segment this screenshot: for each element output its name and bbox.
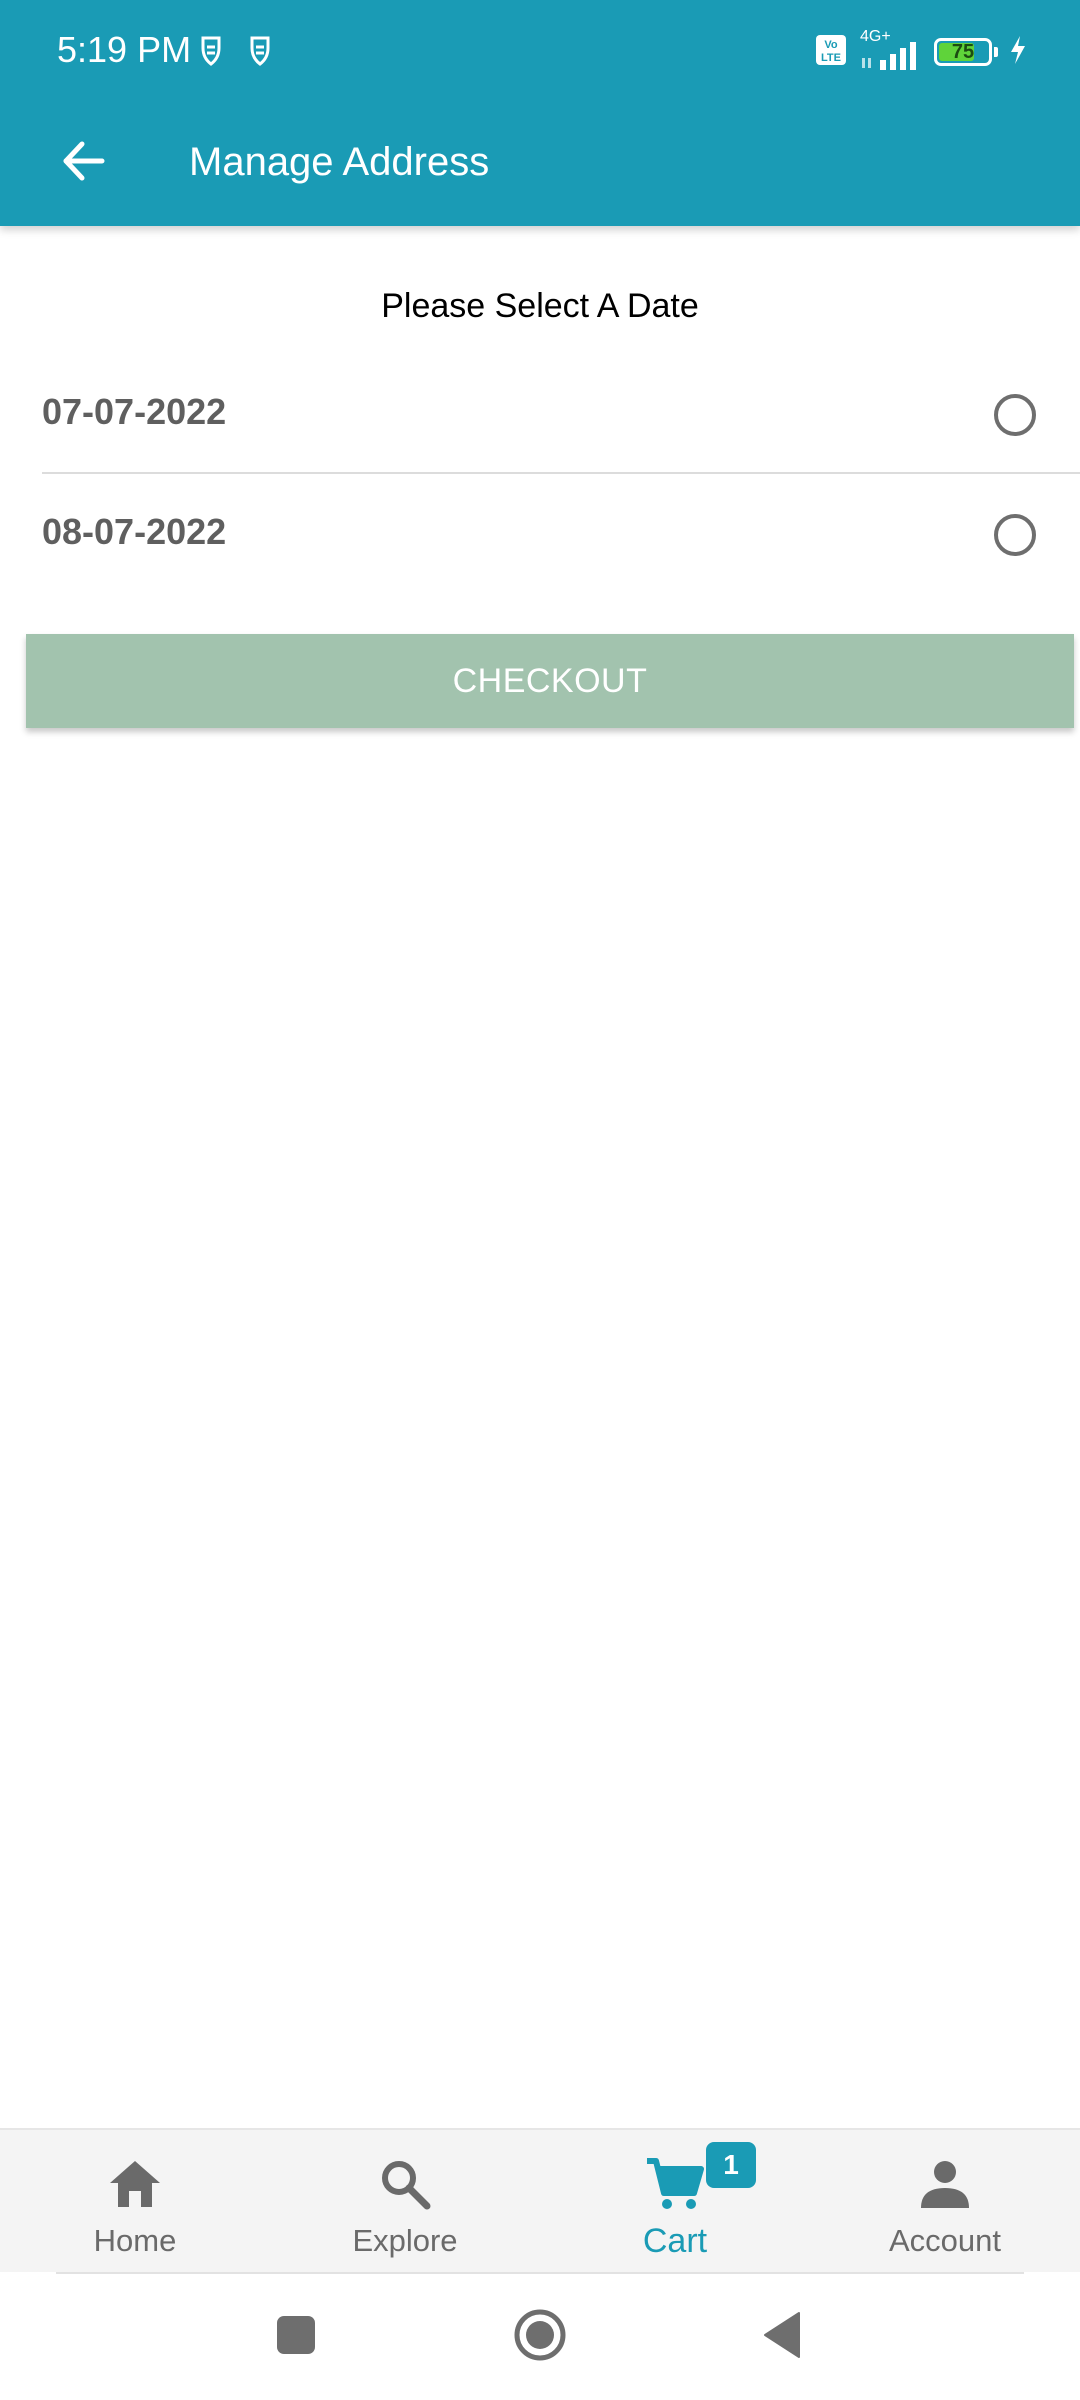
notification-icon <box>196 34 226 68</box>
volte-icon: Vo LTE <box>814 33 848 72</box>
recents-square-icon <box>276 2315 316 2360</box>
checkout-button[interactable]: CHECKOUT <box>26 634 1074 728</box>
nav-label: Cart <box>642 2222 708 2260</box>
search-icon <box>373 2152 437 2216</box>
svg-text:LTE: LTE <box>821 52 841 64</box>
battery-level: 75 <box>951 41 975 63</box>
cart-badge: 1 <box>706 2142 756 2188</box>
battery-icon: 75 <box>934 38 992 66</box>
signal-icon: 4G+ <box>858 28 924 72</box>
nav-item-home[interactable]: Home <box>0 2130 270 2274</box>
status-indicators: Vo LTE 4G+ 75 <box>814 28 1028 74</box>
bottom-navigation: Home Explore 1 Cart Account <box>0 2128 1080 2272</box>
nav-label: Account <box>888 2223 1001 2258</box>
home-circle-icon <box>513 2308 567 2367</box>
date-radio-button[interactable] <box>994 514 1036 556</box>
back-button[interactable] <box>46 126 120 200</box>
system-navigation-bar <box>0 2274 1080 2400</box>
date-option[interactable]: 08-07-2022 <box>42 474 1080 592</box>
home-icon <box>103 2152 167 2216</box>
date-option-label: 07-07-2022 <box>42 391 227 432</box>
date-radio-button[interactable] <box>994 394 1036 436</box>
page-title: Manage Address <box>189 140 490 184</box>
nav-label: Explore <box>352 2223 458 2258</box>
nav-label: Home <box>93 2223 177 2258</box>
app-bar: 5:19 PM Vo LTE 4G+ 75 Manage Address <box>0 0 1080 226</box>
date-option-label: 08-07-2022 <box>42 511 227 552</box>
nav-item-account[interactable]: Account <box>810 2130 1080 2274</box>
nav-item-explore[interactable]: Explore <box>270 2130 540 2274</box>
status-bar: 5:19 PM Vo LTE 4G+ 75 <box>0 0 1080 100</box>
svg-text:Vo: Vo <box>824 39 838 51</box>
person-icon <box>913 2152 977 2216</box>
cart-icon <box>643 2152 707 2216</box>
status-time: 5:19 PM <box>57 29 192 70</box>
nav-item-cart[interactable]: 1 Cart <box>540 2130 810 2274</box>
back-system-button[interactable] <box>722 2274 842 2400</box>
recents-button[interactable] <box>236 2274 356 2400</box>
date-selection-heading: Please Select A Date <box>381 287 699 325</box>
date-option[interactable]: 07-07-2022 <box>42 354 1080 474</box>
home-system-button[interactable] <box>480 2274 600 2400</box>
battery-cap <box>994 47 998 57</box>
toolbar: Manage Address <box>0 100 1080 226</box>
notification-icon <box>245 34 275 68</box>
back-triangle-icon <box>761 2311 803 2364</box>
arrow-left-icon <box>60 138 106 189</box>
charging-icon <box>1008 35 1028 70</box>
